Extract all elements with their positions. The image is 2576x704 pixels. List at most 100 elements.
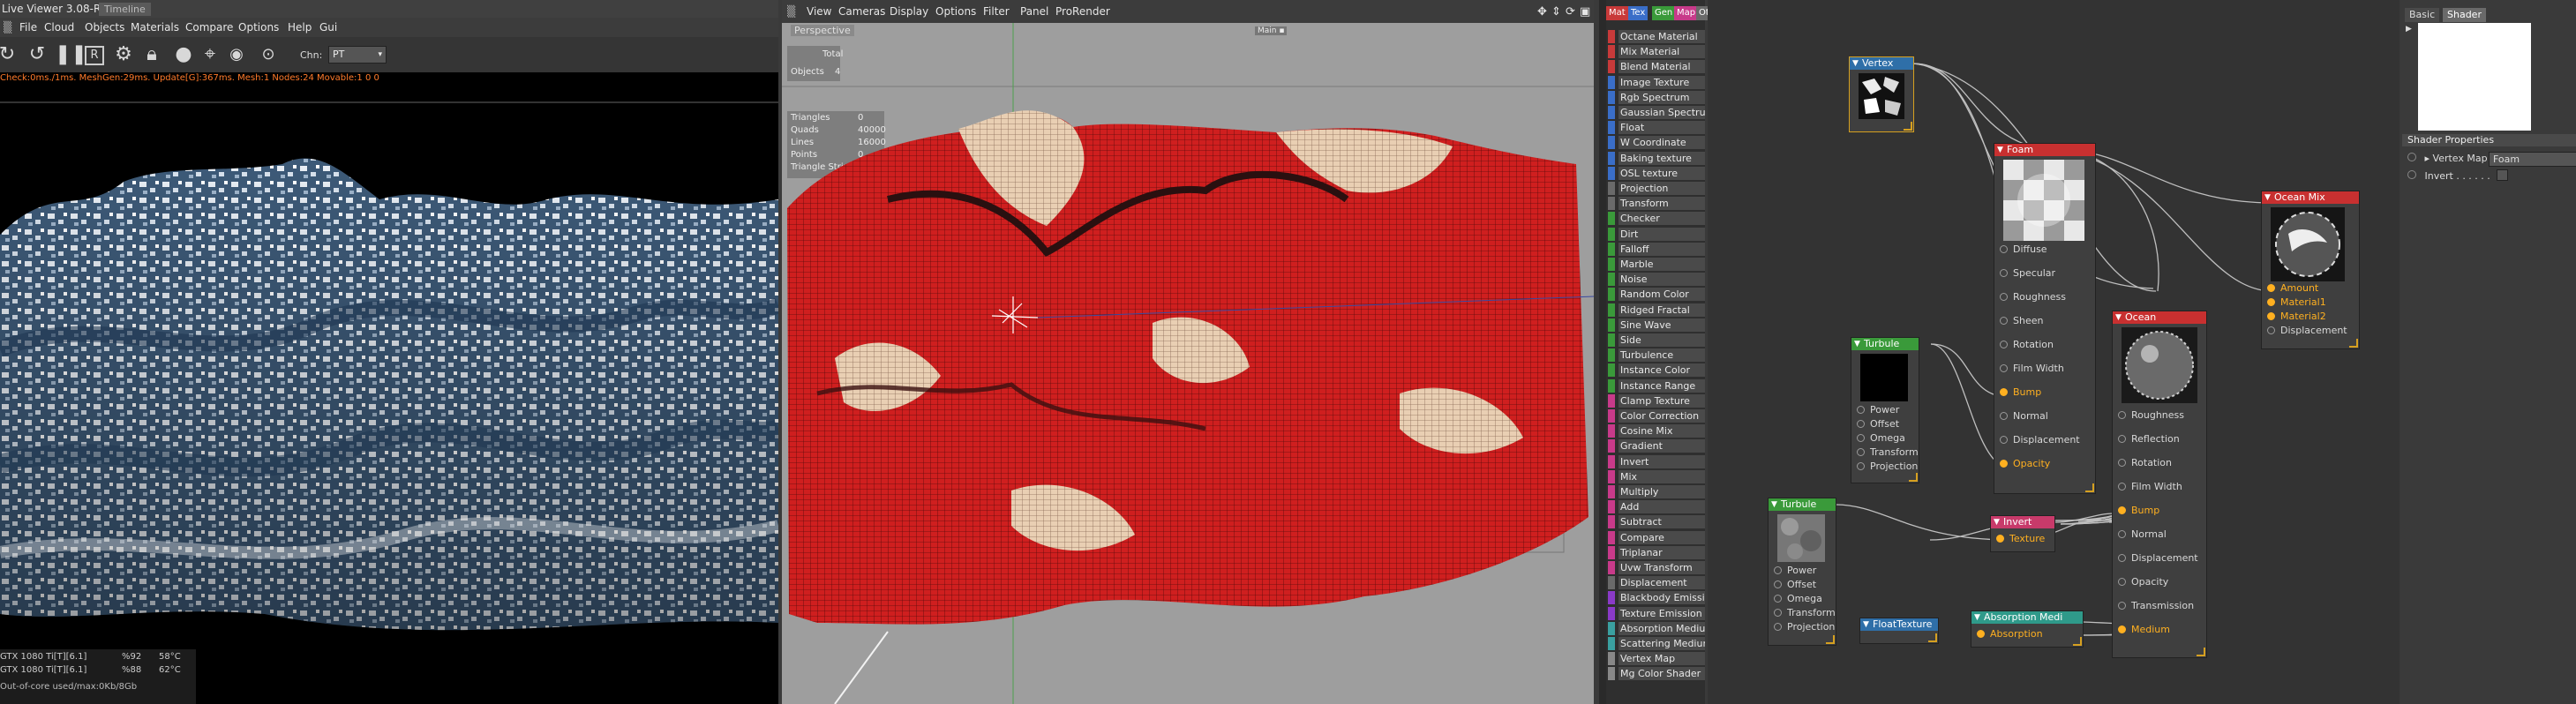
port-transmission[interactable]: Transmission — [2118, 599, 2194, 613]
pin-icon[interactable]: ⌖ — [199, 44, 221, 65]
node-turbulence[interactable]: ▼ Turbule Power Offset Omega Transform P… — [1851, 337, 1919, 483]
port-projection[interactable]: Projection — [1857, 460, 1918, 474]
palette-item[interactable]: W Coordinate — [1618, 136, 1705, 149]
port-film-width[interactable]: Film Width — [2118, 480, 2182, 494]
node-header[interactable]: ▼ Foam — [1994, 144, 2095, 156]
maximize-view-icon[interactable]: ▣ — [1580, 5, 1590, 19]
section-header[interactable]: Shader Properties — [2402, 134, 2576, 146]
node-invert[interactable]: ▼ Invert Texture — [1990, 515, 2055, 552]
resize-handle-icon[interactable] — [2085, 483, 2094, 492]
node-foam[interactable]: ▼ Foam Diffuse Specular Roughness Sheen … — [1994, 143, 2096, 494]
node-header[interactable]: ▼ FloatTexture — [1860, 618, 1938, 631]
port-opacity[interactable]: Opacity — [2000, 457, 2050, 471]
port-power[interactable]: Power — [1774, 564, 1816, 578]
collapse-arrow-icon[interactable]: ▼ — [1997, 144, 2003, 156]
node-ocean-mix[interactable]: ▼ Ocean Mix Amount Material1 Material2 D… — [2261, 191, 2360, 349]
palette-item[interactable]: Vertex Map — [1618, 652, 1705, 665]
port-displacement[interactable]: Displacement — [2118, 551, 2198, 565]
menu-gui[interactable]: Gui — [319, 21, 337, 34]
collapse-arrow-icon[interactable]: ▼ — [1852, 57, 1859, 70]
port-roughness[interactable]: Roughness — [2118, 408, 2184, 423]
resize-handle-icon[interactable] — [1909, 473, 1918, 482]
menu-prorender[interactable]: ProRender — [1055, 5, 1110, 18]
port-rotation[interactable]: Rotation — [2000, 338, 2054, 352]
expand-arrow-icon[interactable]: ▸ — [2425, 153, 2430, 164]
port-diffuse[interactable]: Diffuse — [2000, 243, 2047, 257]
port-specular[interactable]: Specular — [2000, 266, 2055, 281]
zoom-view-icon[interactable]: ⇕ — [1551, 5, 1561, 19]
port-absorption[interactable]: Absorption — [1977, 627, 2043, 641]
palette-item[interactable]: Marble — [1618, 258, 1705, 271]
resize-handle-icon[interactable] — [2073, 637, 2082, 646]
animate-dot-icon[interactable] — [2407, 170, 2416, 179]
palette-item[interactable]: Projection — [1618, 182, 1705, 195]
collapse-arrow-icon[interactable]: ▼ — [1974, 611, 1980, 624]
menu-compare[interactable]: Compare — [185, 21, 233, 34]
channel-select[interactable]: PT ▾ — [328, 46, 387, 64]
menu-view[interactable]: View — [807, 5, 831, 18]
viewport-mesh[interactable] — [782, 23, 1594, 704]
port-transform[interactable]: Transform — [1857, 446, 1919, 460]
palette-item[interactable]: Invert — [1618, 455, 1705, 468]
palette-item[interactable]: Float — [1618, 121, 1705, 134]
menu-materials[interactable]: Materials — [131, 21, 179, 34]
palette-item[interactable]: Side — [1618, 333, 1705, 347]
port-projection[interactable]: Projection — [1774, 620, 1835, 634]
collapse-arrow-icon[interactable]: ▼ — [2115, 311, 2122, 324]
palette-item[interactable]: Mix Material — [1618, 45, 1705, 58]
palette-item[interactable]: Blend Material — [1618, 60, 1705, 73]
port-material1[interactable]: Material1 — [2267, 296, 2326, 310]
port-displacement[interactable]: Displacement — [2267, 324, 2347, 338]
palette-item[interactable]: Uvw Transform — [1618, 561, 1705, 574]
palette-item[interactable]: Gradient — [1618, 439, 1705, 453]
region-render-icon[interactable]: R — [85, 46, 104, 65]
pause-icon[interactable]: ❚❚ — [55, 44, 87, 65]
menu-cloud[interactable]: Cloud — [44, 21, 74, 34]
collapse-arrow-icon[interactable]: ▼ — [2264, 191, 2271, 204]
resize-handle-icon[interactable] — [1928, 633, 1937, 642]
palette-item[interactable]: Noise — [1618, 273, 1705, 286]
vertex-map-field[interactable]: Foam — [2489, 152, 2576, 167]
node-float-texture[interactable]: ▼ FloatTexture — [1859, 618, 1939, 644]
palette-item[interactable]: Texture Emission — [1618, 607, 1705, 620]
port-normal[interactable]: Normal — [2000, 409, 2048, 423]
invert-checkbox[interactable] — [2497, 169, 2509, 181]
restart-render-icon[interactable]: ↺ — [26, 44, 48, 65]
port-reflection[interactable]: Reflection — [2118, 432, 2180, 446]
palette-item[interactable]: Octane Material — [1618, 30, 1705, 43]
menu-panel[interactable]: Panel — [1020, 5, 1048, 18]
node-header[interactable]: ▼ Invert — [1991, 516, 2054, 528]
palette-tab-gen[interactable]: Gen — [1652, 6, 1676, 20]
port-offset[interactable]: Offset — [1857, 417, 1899, 431]
animate-dot-icon[interactable] — [2407, 153, 2416, 161]
node-header[interactable]: ▼ Turbule — [1851, 338, 1919, 350]
resize-handle-icon[interactable] — [2197, 648, 2205, 656]
palette-item[interactable]: Mg Color Shader — [1618, 667, 1705, 680]
palette-item[interactable]: Falloff — [1618, 243, 1705, 256]
clay-mode-icon[interactable]: ● — [173, 44, 194, 65]
port-bump[interactable]: Bump — [2000, 386, 2041, 400]
node-header[interactable]: ▼ Ocean Mix — [2262, 191, 2359, 204]
expand-arrow-icon[interactable]: ▶ — [2406, 25, 2412, 34]
palette-item[interactable]: Blackbody Emission — [1618, 591, 1705, 604]
node-editor[interactable]: ▼ Vertex ▼ Foam Diffuse Specular Roughne… — [1708, 0, 2400, 704]
node-turbulence[interactable]: ▼ Turbule Power Offset Omega Transform P… — [1768, 498, 1836, 646]
palette-item[interactable]: Image Texture — [1618, 76, 1705, 89]
location-pick-icon[interactable]: ⊙ — [258, 44, 279, 65]
port-normal[interactable]: Normal — [2118, 528, 2167, 542]
node-vertex[interactable]: ▼ Vertex — [1849, 56, 1914, 132]
palette-item[interactable]: Sine Wave — [1618, 318, 1705, 332]
port-omega[interactable]: Omega — [1774, 592, 1822, 606]
rotate-view-icon[interactable]: ⟳ — [1566, 5, 1575, 19]
collapse-arrow-icon[interactable]: ▼ — [1994, 516, 2000, 528]
node-header[interactable]: ▼ Absorption Medi — [1971, 611, 2083, 624]
node-absorption-medium[interactable]: ▼ Absorption Medi Absorption — [1971, 610, 2084, 648]
lock-icon[interactable]: 🔒︎ — [141, 44, 162, 65]
palette-item[interactable]: Scattering Medium — [1618, 637, 1705, 650]
palette-item[interactable]: Absorption Medium — [1618, 622, 1705, 635]
port-bump[interactable]: Bump — [2118, 504, 2159, 518]
palette-item[interactable]: Gaussian Spectrum — [1618, 106, 1705, 119]
resize-handle-icon[interactable] — [1904, 122, 1912, 131]
port-transform[interactable]: Transform — [1774, 606, 1836, 620]
tab-basic[interactable]: Basic — [2405, 8, 2440, 22]
